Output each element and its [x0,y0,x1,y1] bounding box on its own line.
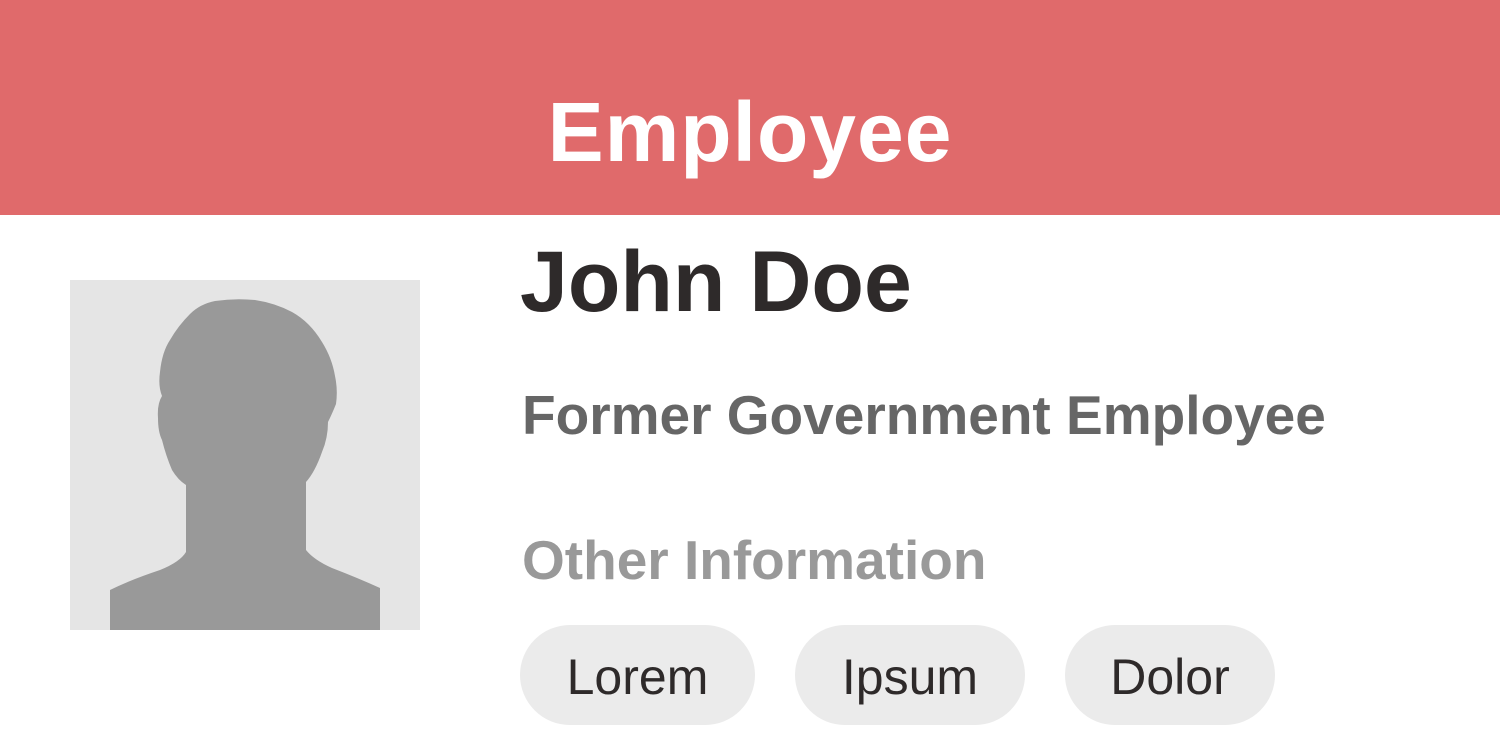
employee-name: John Doe [520,234,912,330]
employee-role: Former Government Employee [522,384,1326,446]
tag-list: Lorem Ipsum Dolor [520,625,1275,725]
page-title: Employee [547,85,953,179]
tag-chip[interactable]: Dolor [1065,625,1275,725]
person-silhouette-icon [110,299,380,630]
header-banner: Employee [0,0,1500,215]
tag-chip[interactable]: Ipsum [795,625,1025,725]
other-information-heading: Other Information [522,529,987,591]
tag-chip[interactable]: Lorem [520,625,755,725]
avatar [70,280,420,630]
